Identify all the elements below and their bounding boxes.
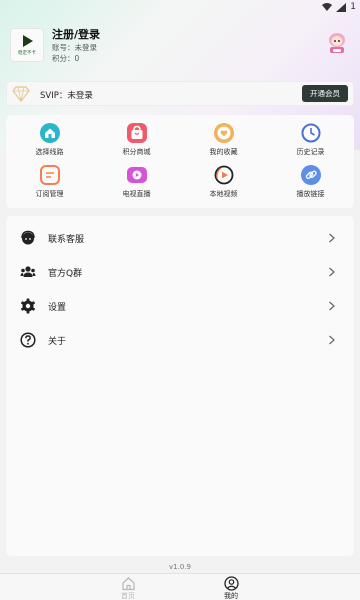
grid-item-favorites[interactable]: 我的收藏 bbox=[180, 123, 267, 163]
menu-label: 设置 bbox=[48, 303, 67, 313]
profile-icon bbox=[223, 576, 239, 591]
help-icon bbox=[20, 332, 36, 348]
chevron-right-icon bbox=[329, 233, 335, 243]
bottom-nav: 首页 我的 bbox=[0, 573, 360, 600]
feature-grid: 选择线路 积分商城 我的收藏 历史记录 订阅管理 电视直播 本地视频 播放链接 bbox=[6, 115, 354, 208]
login-register-link[interactable]: 注册/登录 bbox=[52, 28, 100, 42]
chevron-right-icon bbox=[329, 267, 335, 277]
version-text: v1.0.9 bbox=[169, 563, 191, 571]
grid-label: 订阅管理 bbox=[35, 190, 64, 198]
grid-label: 我的收藏 bbox=[209, 148, 238, 156]
menu-list: 联系客服 官方Q群 设置 关于 bbox=[6, 216, 354, 556]
grid-label: 历史记录 bbox=[296, 148, 325, 156]
nav-home-label: 首页 bbox=[121, 592, 135, 600]
group-icon bbox=[20, 266, 36, 277]
grid-item-shop[interactable]: 积分商城 bbox=[93, 123, 180, 163]
svip-bar: SVIP：未登录 开通会员 bbox=[6, 81, 354, 106]
grid-item-tv-live[interactable]: 电视直播 bbox=[93, 165, 180, 205]
nav-mine-label: 我的 bbox=[224, 592, 238, 600]
profile-info: 注册/登录 账号：未登录 积分：0 bbox=[52, 28, 100, 64]
nav-home[interactable]: 首页 bbox=[108, 576, 148, 600]
heart-icon bbox=[213, 123, 234, 143]
status-bar: 1 bbox=[0, 0, 360, 14]
app-logo: 稳定不卡 bbox=[10, 28, 44, 62]
gear-icon bbox=[21, 298, 35, 314]
clock-icon bbox=[301, 123, 320, 143]
nav-mine[interactable]: 我的 bbox=[211, 576, 251, 600]
shopping-bag-icon bbox=[126, 123, 147, 143]
grid-label: 积分商城 bbox=[122, 148, 151, 156]
menu-label: 联系客服 bbox=[48, 235, 85, 245]
link-icon bbox=[300, 165, 321, 185]
points-count: 积分：0 bbox=[52, 54, 80, 63]
subscription-icon bbox=[39, 165, 60, 185]
chevron-right-icon bbox=[329, 335, 335, 345]
battery-text: 1 bbox=[350, 2, 356, 12]
menu-label: 官方Q群 bbox=[48, 269, 83, 279]
menu-item-settings[interactable]: 设置 bbox=[6, 289, 354, 323]
open-vip-button[interactable]: 开通会员 bbox=[302, 85, 348, 102]
menu-item-about[interactable]: 关于 bbox=[6, 323, 354, 357]
grid-item-local-video[interactable]: 本地视频 bbox=[180, 165, 267, 205]
svip-status: SVIP：未登录 bbox=[40, 91, 93, 101]
chevron-right-icon bbox=[329, 301, 335, 311]
grid-item-play-link[interactable]: 播放链接 bbox=[267, 165, 354, 205]
grid-label: 本地视频 bbox=[209, 190, 238, 198]
account-status: 账号：未登录 bbox=[52, 43, 97, 52]
customer-service-icon bbox=[21, 230, 35, 245]
menu-item-customer-service[interactable]: 联系客服 bbox=[6, 221, 354, 255]
local-video-icon bbox=[214, 165, 233, 185]
grid-item-subscription[interactable]: 订阅管理 bbox=[6, 165, 93, 205]
play-icon bbox=[23, 34, 33, 47]
signal-icon bbox=[336, 2, 347, 12]
grid-label: 播放链接 bbox=[296, 190, 325, 198]
home-icon bbox=[121, 577, 135, 591]
logo-text: 稳定不卡 bbox=[17, 49, 36, 56]
menu-item-qq-group[interactable]: 官方Q群 bbox=[6, 255, 354, 289]
grid-item-history[interactable]: 历史记录 bbox=[267, 123, 354, 163]
tv-play-icon bbox=[126, 167, 147, 183]
mascot-avatar-icon[interactable] bbox=[324, 30, 350, 56]
menu-label: 关于 bbox=[48, 337, 67, 347]
wifi-icon bbox=[322, 3, 333, 11]
profile-section[interactable]: 稳定不卡 注册/登录 账号：未登录 积分：0 bbox=[10, 28, 350, 64]
grid-label: 选择线路 bbox=[35, 148, 64, 156]
diamond-icon bbox=[12, 86, 30, 102]
grid-label: 电视直播 bbox=[122, 190, 151, 198]
grid-item-route[interactable]: 选择线路 bbox=[6, 123, 93, 163]
home-route-icon bbox=[39, 123, 60, 143]
